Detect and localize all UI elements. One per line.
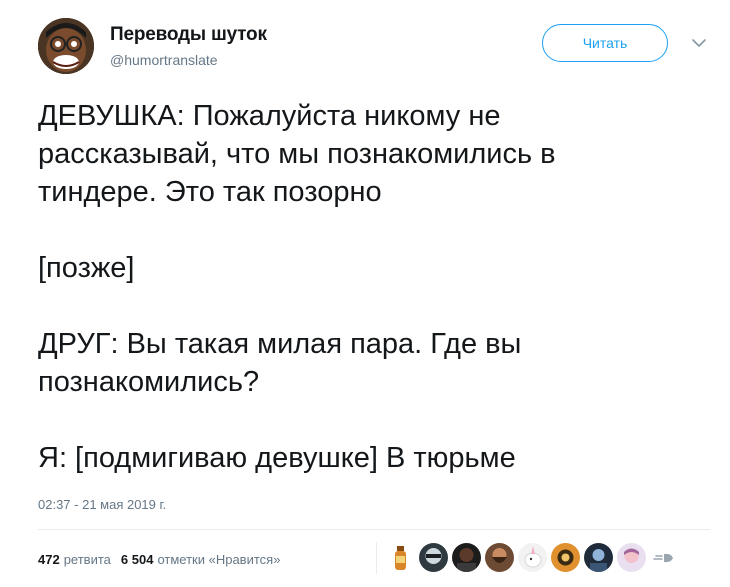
divider: [38, 529, 710, 530]
tweet-line: Я: [подмигиваю девушке] В тюрьме: [38, 442, 516, 474]
tweet-header: Переводы шуток @humortranslate Читать: [38, 18, 710, 78]
likes-label: отметки «Нравится»: [157, 551, 281, 567]
display-name[interactable]: Переводы шуток: [110, 24, 267, 46]
orange-avatar[interactable]: [551, 542, 580, 572]
user-avatar[interactable]: [38, 18, 94, 74]
face-avatar-icon: [38, 18, 94, 74]
blue-avatar[interactable]: [584, 542, 613, 572]
retweets-count: 472: [38, 551, 60, 567]
tweet-text: ДЕВУШКА: Пожалуйста никому не рассказыва…: [38, 97, 698, 477]
tweet-line: ДРУГ: Вы такая милая пара. Где вы: [38, 328, 522, 360]
bottle-avatar[interactable]: [386, 542, 415, 572]
chevron-down-icon[interactable]: [690, 34, 708, 52]
tweet-timestamp[interactable]: 02:37 - 21 мая 2019 г.: [38, 497, 166, 512]
bearded-avatar[interactable]: [485, 542, 514, 572]
tweet-line: ДЕВУШКА: Пожалуйста никому не: [38, 100, 501, 132]
tweet-line: рассказывай, что мы познакомились в: [38, 138, 556, 170]
user-handle[interactable]: @humortranslate: [110, 52, 267, 68]
tweet-line: тиндере. Это так позорно: [38, 176, 382, 208]
more-likers-icon[interactable]: [652, 548, 676, 566]
follow-button[interactable]: Читать: [542, 24, 668, 62]
masked-avatar[interactable]: [419, 542, 448, 572]
tweet-line: познакомились?: [38, 366, 260, 398]
dark-avatar[interactable]: [452, 542, 481, 572]
account-info: Переводы шуток @humortranslate: [110, 24, 267, 68]
likers-avatars: [386, 541, 676, 573]
stats-separator: [376, 542, 377, 574]
unicorn-avatar[interactable]: [518, 542, 547, 572]
tweet-line: [позже]: [38, 252, 135, 284]
tweet-stats: 472 ретвита 6 504 отметки «Нравится»: [38, 548, 290, 570]
pink-avatar[interactable]: [617, 542, 646, 572]
retweets-stat[interactable]: 472 ретвита: [38, 552, 111, 567]
retweets-label: ретвита: [63, 551, 111, 567]
likes-count: 6 504: [120, 551, 154, 567]
likes-stat[interactable]: 6 504 отметки «Нравится»: [121, 552, 281, 567]
